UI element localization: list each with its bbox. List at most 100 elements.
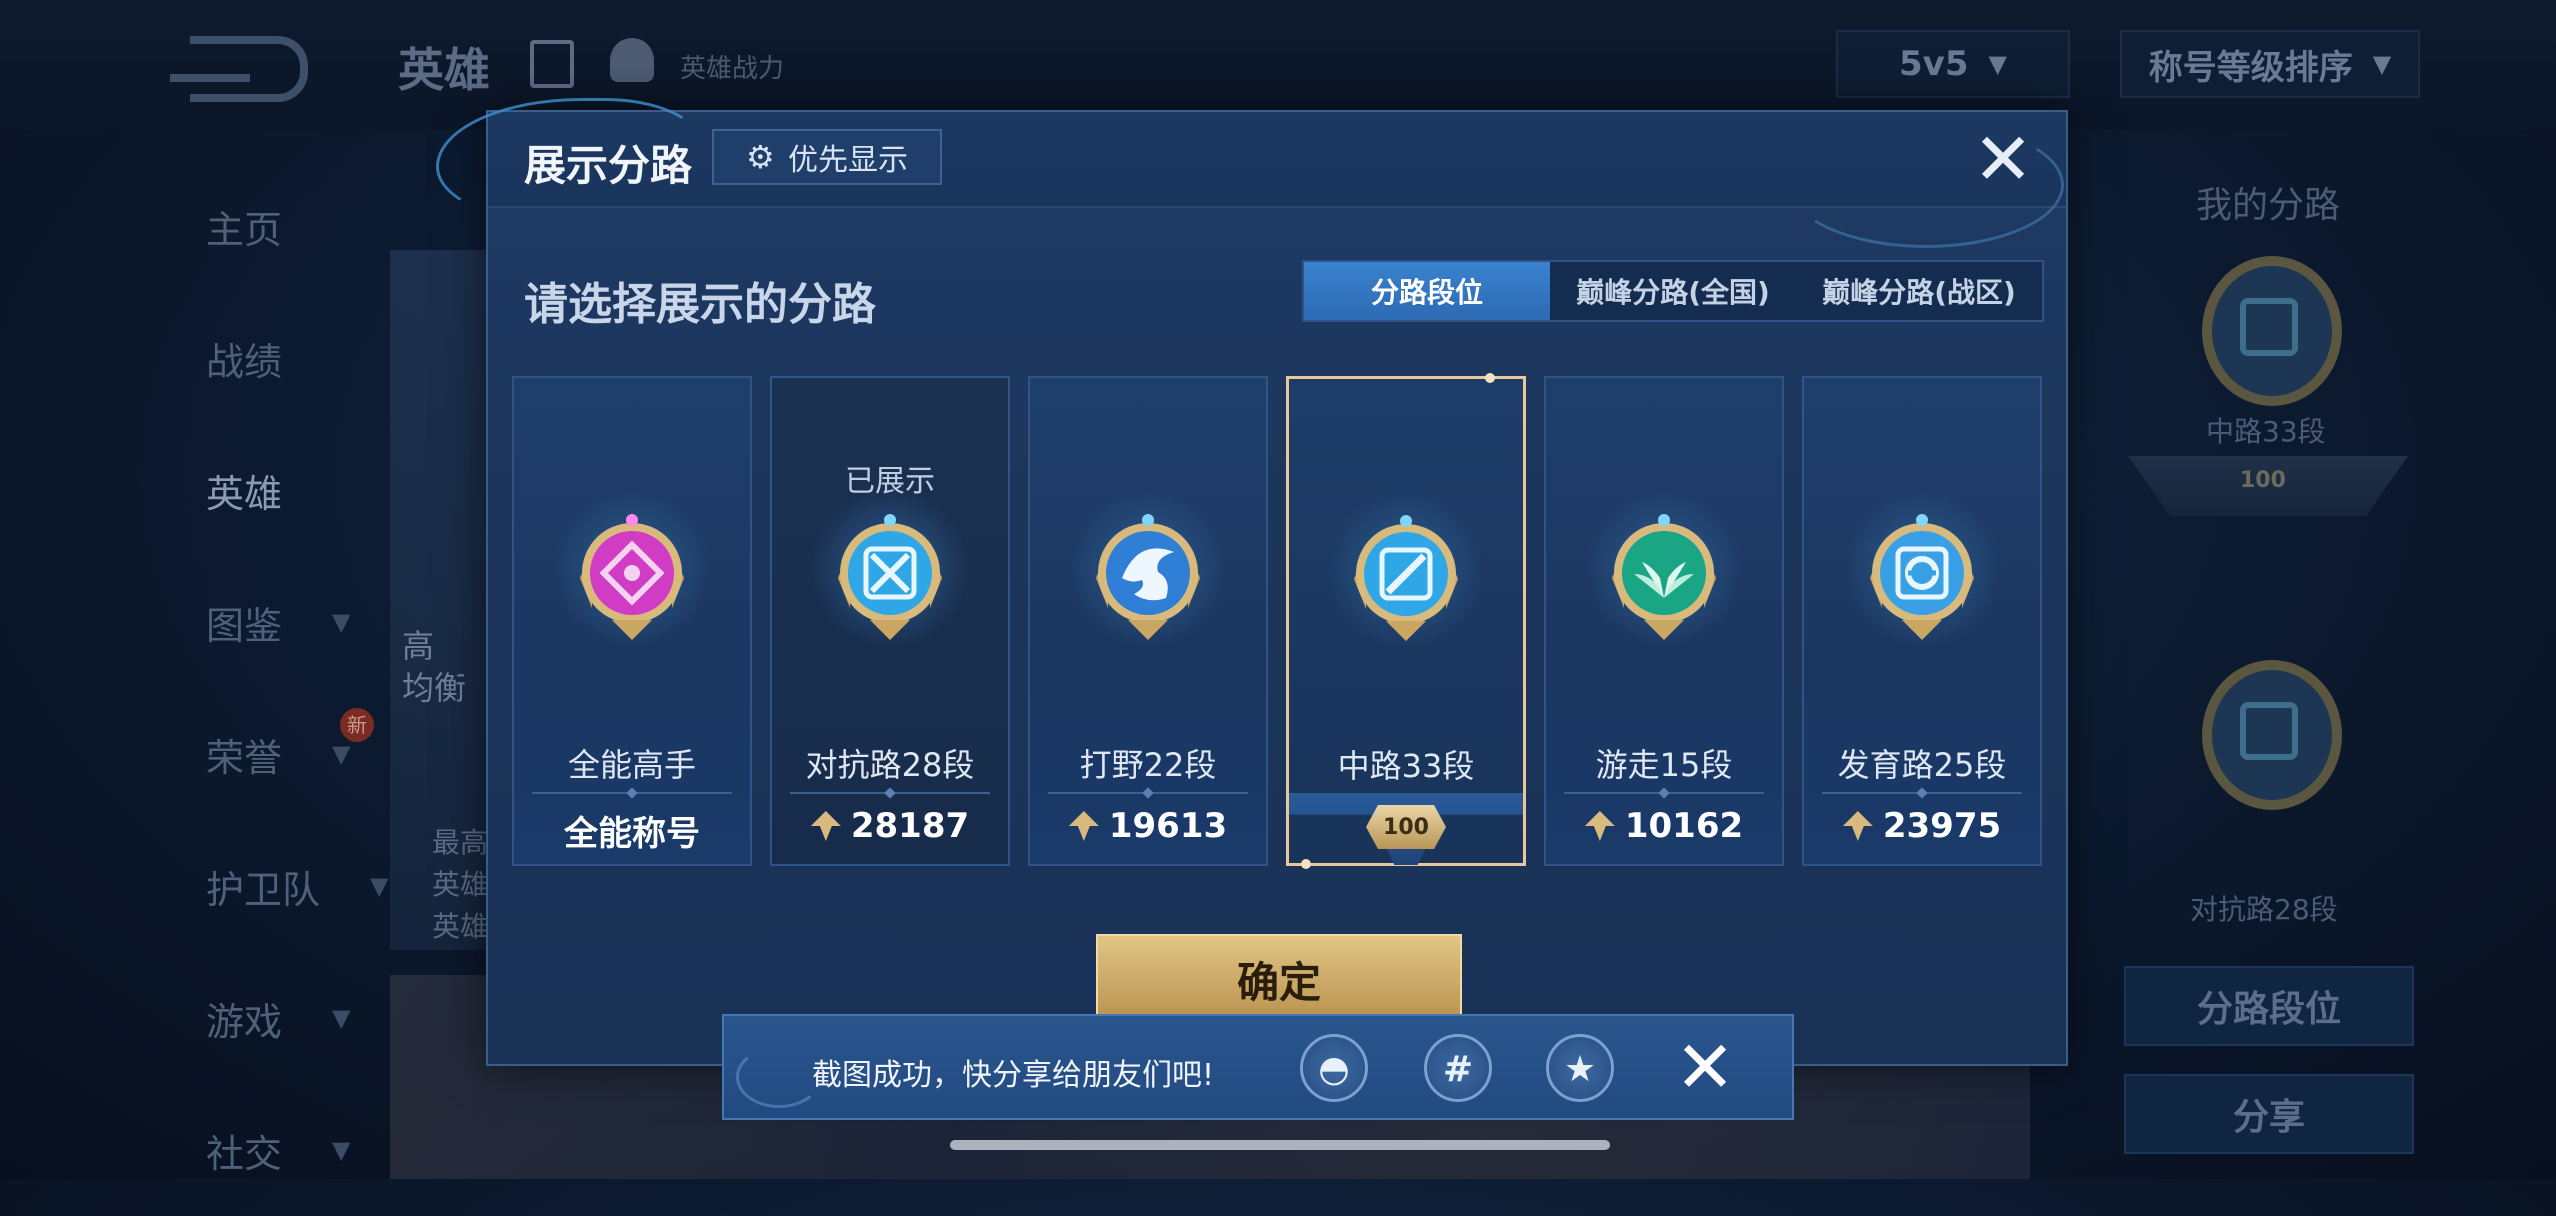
farm-lane-emblem-icon: [1870, 514, 1974, 640]
jungle-dragon-emblem-icon: [1096, 514, 1200, 640]
card-divider: [1822, 792, 2022, 794]
lane-card-name: 打野22段: [1079, 746, 1217, 784]
sidebar: 主页 战绩 英雄 图鉴 ▼ 荣誉 ▼ 新 护卫队 ▼ 游戏 ▼ 社交 ▼: [140, 160, 400, 1216]
sidebar-item-record[interactable]: 战绩: [140, 292, 400, 424]
page-title: 英雄: [398, 43, 490, 97]
lane-rank-button[interactable]: 分路段位: [2124, 966, 2414, 1046]
tab-lane-rank[interactable]: 分路段位: [1304, 262, 1550, 320]
lane-card-name: 对抗路28段: [805, 746, 975, 784]
sidebar-item-heroes[interactable]: 英雄: [140, 424, 400, 556]
chevron-down-icon: ▼: [2372, 50, 2392, 78]
new-badge: 新: [340, 708, 374, 742]
sidebar-item-label: 图鉴: [206, 603, 283, 648]
hero-card-line: 英雄: [432, 868, 489, 901]
chevron-down-icon: ▼: [332, 740, 351, 768]
lane-card-name: 全能高手: [567, 746, 696, 784]
lane-card-top-lane[interactable]: 已展示 对抗路28段 28187: [770, 376, 1010, 866]
lane-card-mid-lane[interactable]: 中路33段 100: [1286, 373, 1526, 869]
lane-card-value: 10162: [1546, 806, 1782, 846]
sidebar-item-label: 荣誉: [206, 735, 283, 780]
chevron-down-icon: ▼: [332, 1136, 351, 1164]
dialog-title: 展示分路: [524, 141, 693, 190]
decorative-swirl: [736, 1046, 822, 1108]
lane-card-value-text: 10162: [1624, 806, 1744, 846]
roam-wings-emblem-icon: [1612, 514, 1716, 640]
all-rounder-emblem-icon: [580, 514, 684, 640]
card-divider: [532, 792, 732, 794]
lane-card-roam[interactable]: 游走15段 10162: [1544, 376, 1784, 866]
hero-card-line: 最高: [432, 826, 489, 859]
sidebar-item-label: 英雄: [206, 471, 283, 516]
rank-points-icon: [810, 811, 841, 841]
lane-badge-label: 对抗路28段: [2190, 893, 2338, 926]
lane-card-value: 全能称号: [514, 806, 750, 855]
hero-card-line: 高: [402, 627, 435, 665]
lane-card-name: 发育路25段: [1837, 746, 2007, 784]
lane-card-value: 28187: [772, 806, 1008, 846]
wechat-moments-icon[interactable]: #: [1424, 1034, 1492, 1102]
card-divider: [1048, 792, 1248, 794]
top-lane-emblem-icon: [838, 514, 942, 640]
sidebar-item-games[interactable]: 游戏 ▼: [140, 952, 400, 1084]
sidebar-item-codex[interactable]: 图鉴 ▼: [140, 556, 400, 688]
lane-card-all-rounder[interactable]: 全能高手 全能称号: [512, 376, 752, 866]
home-indicator[interactable]: [950, 1140, 1610, 1150]
sidebar-item-honor[interactable]: 荣誉 ▼ 新: [140, 688, 400, 820]
back-button[interactable]: [170, 36, 308, 102]
mode-dropdown-value: 5v5: [1899, 44, 1969, 84]
sidebar-item-label: 主页: [206, 207, 283, 252]
qq-icon[interactable]: ◓: [1300, 1034, 1368, 1102]
lane-card-value-text: 全能称号: [564, 814, 700, 854]
selection-corner-dot: [1485, 373, 1495, 383]
close-icon[interactable]: ✕: [1968, 123, 2038, 195]
lane-card-name: 中路33段: [1337, 747, 1475, 785]
lane-card-jungle[interactable]: 打野22段 19613: [1028, 376, 1268, 866]
chevron-down-icon: ▼: [332, 608, 351, 636]
sidebar-item-label: 战绩: [206, 339, 283, 384]
lane-card-farm-lane[interactable]: 发育路25段 23975: [1802, 376, 2042, 866]
screenshot-share-toast: 截图成功，快分享给朋友们吧! ◓ # ★ ✕: [722, 1014, 1794, 1120]
sidebar-item-label: 游戏: [206, 999, 283, 1044]
hero-power-icon[interactable]: [610, 38, 654, 82]
sort-dropdown-value: 称号等级排序: [2148, 47, 2353, 88]
sidebar-item-home[interactable]: 主页: [140, 160, 400, 292]
mode-dropdown[interactable]: 5v5 ▼: [1836, 30, 2070, 98]
lane-display-dialog: 展示分路 ⚙ 优先显示 ✕ 请选择展示的分路 分路段位 巅峰分路(全国) 巅峰分…: [436, 98, 2068, 1066]
sort-dropdown[interactable]: 称号等级排序 ▼: [2120, 30, 2420, 98]
sidebar-item-social[interactable]: 社交 ▼: [140, 1084, 400, 1216]
sidebar-item-label: 社交: [206, 1131, 283, 1176]
lane-card-value-text: 23975: [1882, 806, 2002, 846]
lane-card-value: 23975: [1804, 806, 2040, 846]
lane-card-value-text: 28187: [850, 806, 970, 846]
lane-badge-icon: [2202, 256, 2342, 406]
my-lanes-title: 我的分路: [2196, 185, 2341, 226]
lane-card-value: 19613: [1030, 806, 1266, 846]
lane-card-value-text: 19613: [1108, 806, 1228, 846]
chevron-down-icon: ▼: [332, 1004, 351, 1032]
qzone-icon[interactable]: ★: [1546, 1034, 1614, 1102]
lane-card-name: 游走15段: [1595, 746, 1733, 784]
lane-type-tabs: 分路段位 巅峰分路(全国) 巅峰分路(战区): [1302, 260, 2044, 322]
mid-lane-emblem-icon: [1354, 515, 1458, 641]
rank-points-icon: [1584, 811, 1615, 841]
confirm-button[interactable]: 确定: [1096, 934, 1462, 1024]
priority-display-button[interactable]: ⚙ 优先显示: [712, 129, 942, 185]
tab-peak-national[interactable]: 巅峰分路(全国): [1550, 262, 1796, 320]
rank-points-icon: [1068, 811, 1099, 841]
close-icon[interactable]: ✕: [1670, 1030, 1740, 1104]
rank-level-badge: 100: [1366, 805, 1446, 849]
list-icon[interactable]: [530, 40, 574, 88]
share-button[interactable]: 分享: [2124, 1074, 2414, 1154]
sidebar-item-guard[interactable]: 护卫队 ▼: [140, 820, 400, 952]
card-divider: [790, 792, 990, 794]
tab-peak-region[interactable]: 巅峰分路(战区): [1796, 262, 2042, 320]
hero-power-label[interactable]: 英雄战力: [680, 48, 784, 85]
rank-points-icon: [1842, 811, 1873, 841]
gear-icon: ⚙: [746, 138, 775, 176]
hero-card-text: 高 均衡: [402, 625, 466, 709]
hero-card-line: 英雄: [432, 910, 489, 943]
lane-badge-number: 100: [2240, 468, 2286, 493]
selection-corner-dot: [1301, 859, 1311, 869]
dialog-prompt: 请选择展示的分路: [524, 279, 876, 330]
toast-message: 截图成功，快分享给朋友们吧!: [812, 1058, 1215, 1093]
